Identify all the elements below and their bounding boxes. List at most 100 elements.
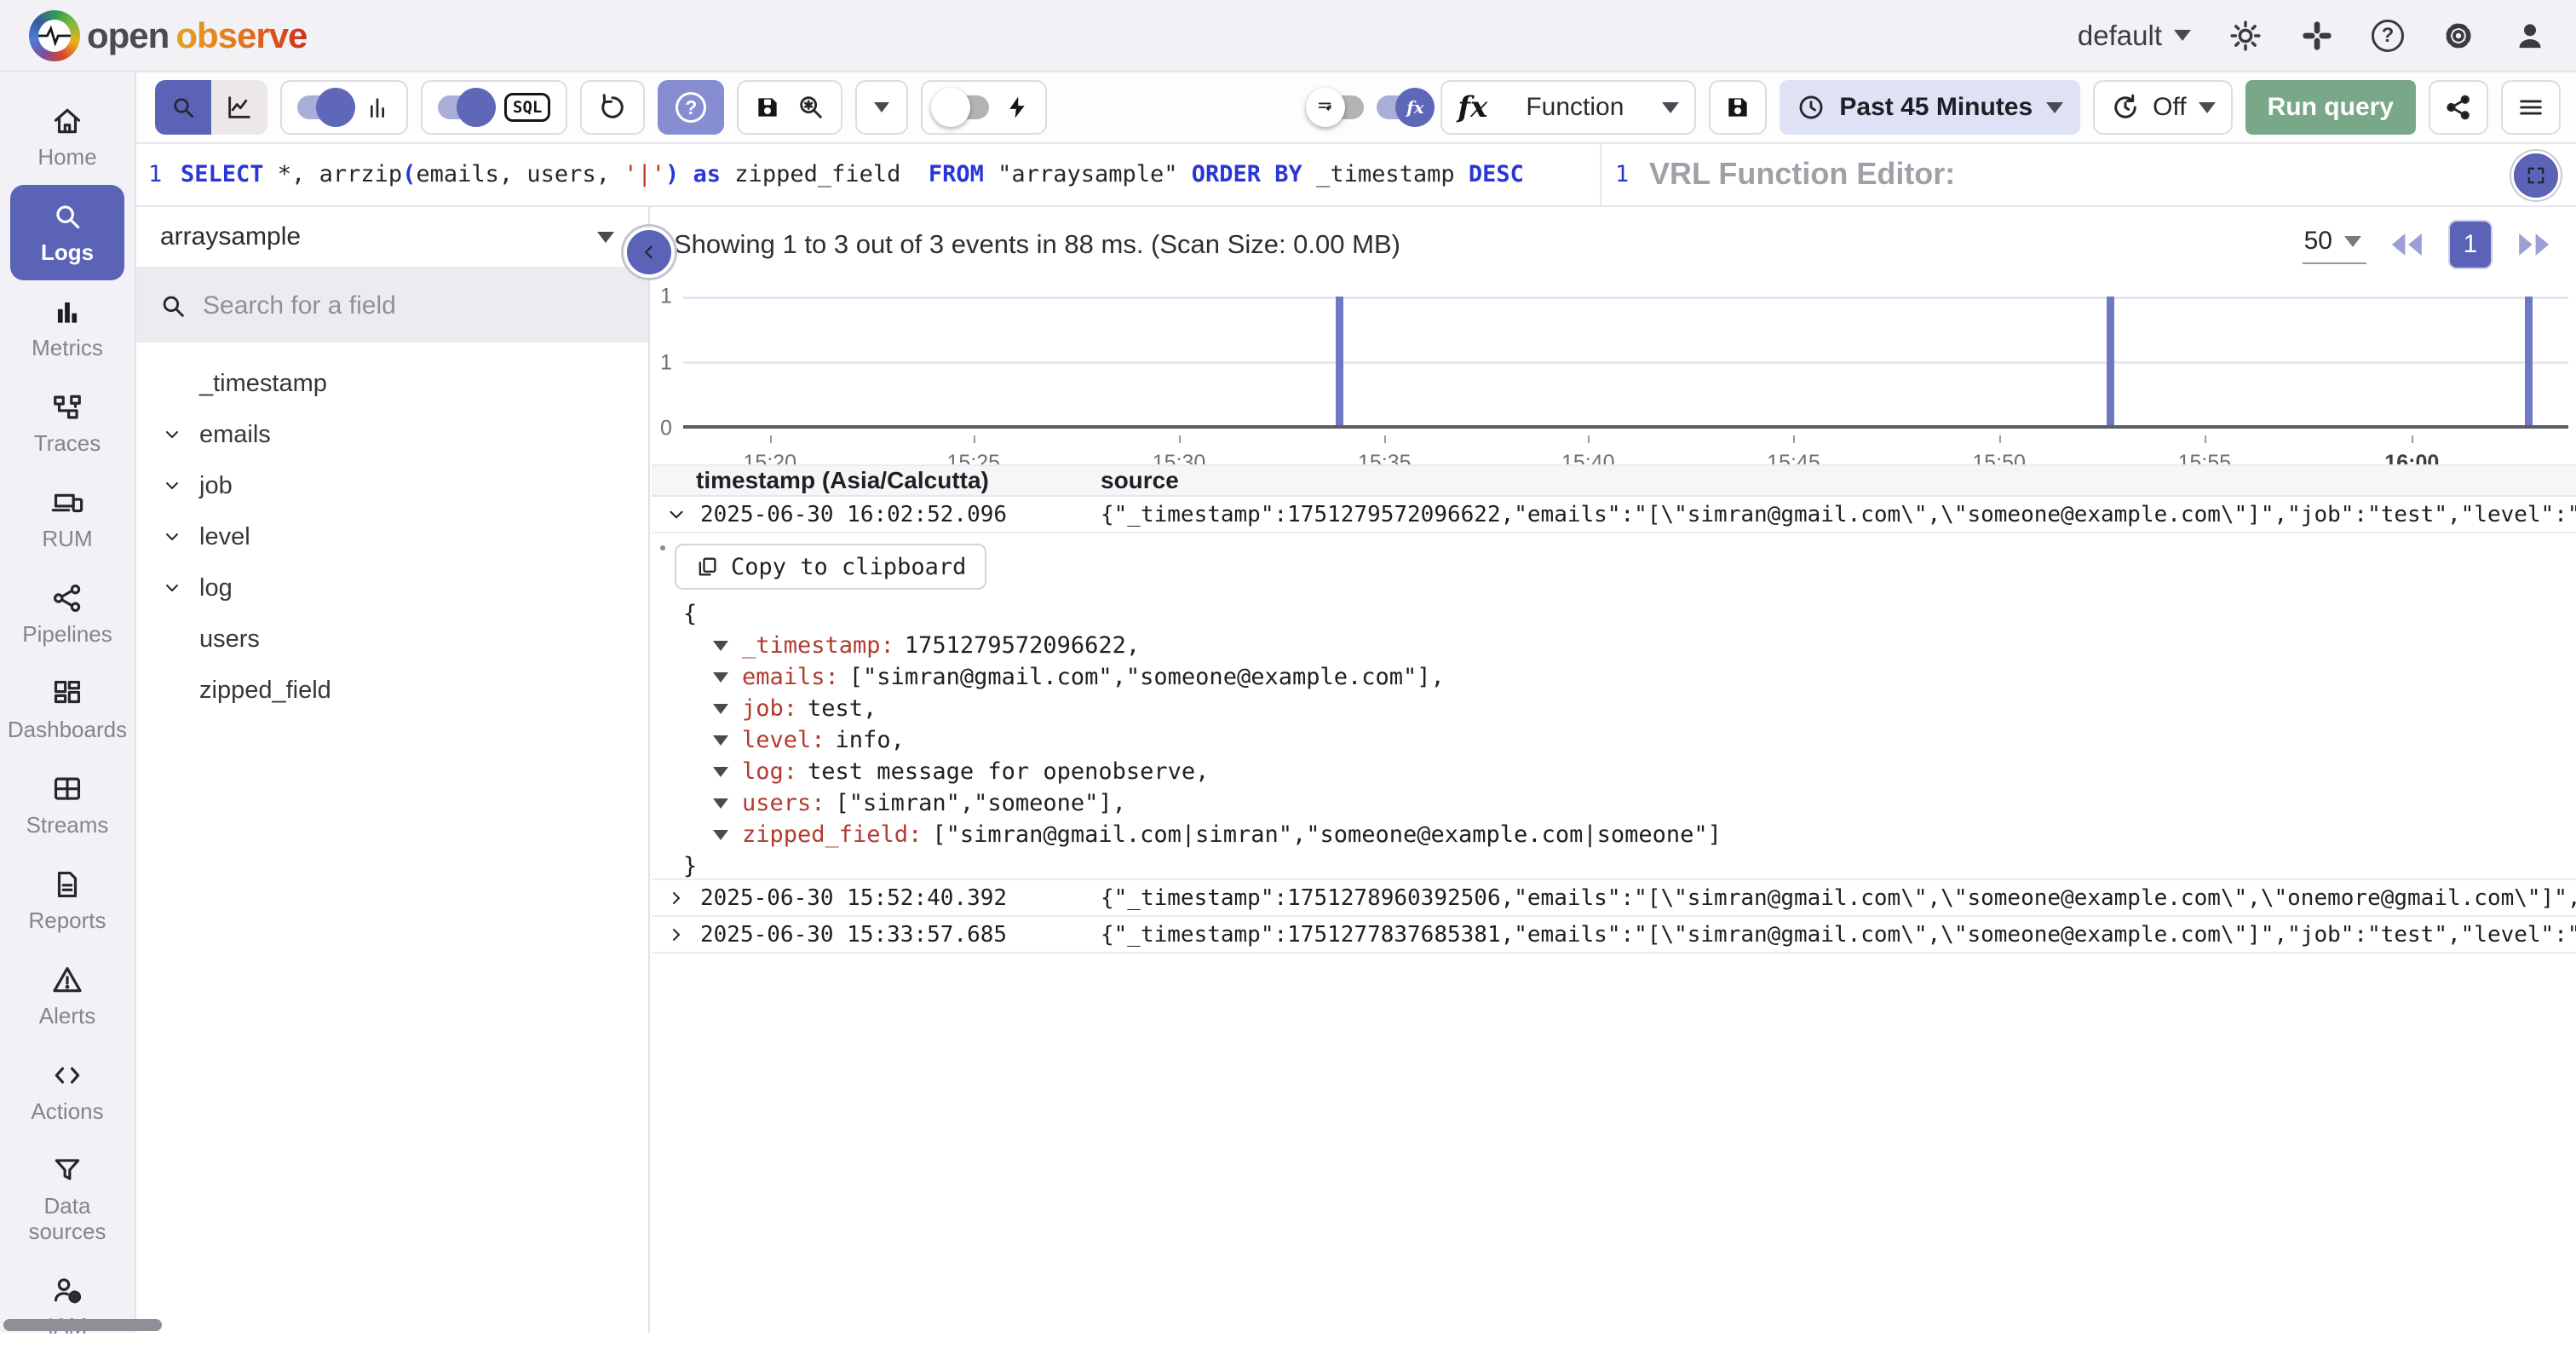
sidebar-item-home[interactable]: Home xyxy=(0,89,135,185)
chart-mode-button[interactable] xyxy=(211,80,267,135)
expanded-marker xyxy=(660,545,665,550)
chevron-down-icon xyxy=(162,578,182,598)
sql-icon: SQL xyxy=(504,93,550,122)
sidebar-item-metrics[interactable]: Metrics xyxy=(0,280,135,376)
field-item-log[interactable]: log xyxy=(136,562,648,614)
page-size-select[interactable]: 50 xyxy=(2303,225,2366,264)
sidebar-item-pipelines[interactable]: Pipelines xyxy=(0,567,135,662)
y-axis: 110 xyxy=(658,297,679,429)
org-selector[interactable]: default xyxy=(2078,20,2191,52)
slack-icon[interactable] xyxy=(2300,19,2334,53)
sidebar-item-alerts[interactable]: Alerts xyxy=(0,948,135,1044)
x-tick-mark xyxy=(770,435,772,443)
run-query-button[interactable]: Run query xyxy=(2245,80,2416,135)
sidebar-item-streams[interactable]: Streams xyxy=(0,758,135,853)
table-row[interactable]: 2025-06-30 15:52:40.392 {"_timestamp":17… xyxy=(652,880,2576,917)
table-row[interactable]: 2025-06-30 16:02:52.096 {"_timestamp":17… xyxy=(652,497,2576,533)
triangle-down-icon[interactable] xyxy=(713,704,728,714)
log-table: timestamp (Asia/Calcutta) source 2025-06… xyxy=(652,464,2576,954)
y-tick-label: 1 xyxy=(660,350,677,375)
triangle-down-icon[interactable] xyxy=(713,830,728,840)
vrl-function-editor[interactable]: 1 VRL Function Editor: xyxy=(1600,144,2576,205)
field-item-users[interactable]: users xyxy=(136,614,648,665)
triangle-down-icon[interactable] xyxy=(713,672,728,683)
collapse-fields-button[interactable] xyxy=(624,227,675,278)
sql-line-number: 1 xyxy=(148,161,162,187)
x-tick-mark xyxy=(1588,435,1590,443)
copy-to-clipboard-button[interactable]: Copy to clipboard xyxy=(675,544,986,590)
chevron-down-icon xyxy=(162,527,182,547)
sidebar-item-data-sources[interactable]: Data sources xyxy=(0,1139,135,1259)
funnel-icon xyxy=(51,1154,83,1186)
field-search-input[interactable] xyxy=(203,291,626,320)
brand-open: open xyxy=(87,15,169,56)
field-item-zipped-field[interactable]: zipped_field xyxy=(136,665,648,716)
clock-icon xyxy=(1797,93,1826,122)
time-range-value: Past 45 Minutes xyxy=(1839,93,2033,122)
help-icon[interactable]: ? xyxy=(2372,20,2404,52)
quick-query-toggle[interactable] xyxy=(938,95,989,119)
triangle-down-icon[interactable] xyxy=(713,735,728,746)
share-icon xyxy=(2444,93,2473,122)
first-page-icon[interactable] xyxy=(2389,230,2426,259)
chevron-down-icon xyxy=(2344,236,2361,247)
histogram-toggle[interactable] xyxy=(297,95,348,119)
saved-search-list-icon[interactable] xyxy=(796,93,825,122)
triangle-down-icon[interactable] xyxy=(713,641,728,651)
profile-icon[interactable] xyxy=(2513,19,2547,53)
sidebar-item-reports[interactable]: Reports xyxy=(0,853,135,948)
save-search-icon[interactable] xyxy=(754,94,781,121)
auto-refresh-dropdown[interactable]: Off xyxy=(2093,80,2232,135)
theme-toggle-icon[interactable] xyxy=(2228,19,2263,53)
function-dropdown[interactable]: fx Function xyxy=(1440,80,1696,135)
sidebar-item-dashboards[interactable]: Dashboards xyxy=(0,662,135,758)
save-icon xyxy=(1724,94,1751,121)
pipelines-icon xyxy=(51,582,83,614)
streams-table-icon xyxy=(51,773,83,805)
histogram-bar xyxy=(2525,297,2533,425)
field-list: _timestamp emails job level log users zi… xyxy=(136,343,648,716)
sidebar-item-logs[interactable]: Logs xyxy=(10,185,124,280)
search-mode-button[interactable] xyxy=(155,80,211,135)
column-header-timestamp: timestamp (Asia/Calcutta) xyxy=(652,467,1101,494)
sql-mode-toggle-group: SQL xyxy=(421,80,567,135)
field-item-emails[interactable]: emails xyxy=(136,409,648,460)
sql-mode-toggle[interactable] xyxy=(438,95,489,119)
sql-editor[interactable]: 1 SELECT *, arrzip(emails, users, '|') a… xyxy=(136,144,1600,205)
sidebar-item-rum[interactable]: RUM xyxy=(0,471,135,567)
chevron-down-icon xyxy=(162,475,182,496)
fullscreen-button[interactable] xyxy=(2511,151,2561,200)
line-chart-icon xyxy=(225,93,254,122)
refresh-icon xyxy=(597,92,628,123)
horizontal-scrollbar-thumb[interactable] xyxy=(3,1319,162,1331)
save-function-button[interactable] xyxy=(1709,80,1767,135)
time-range-picker[interactable]: Past 45 Minutes xyxy=(1780,80,2080,135)
more-menu-button[interactable] xyxy=(2501,80,2561,135)
settings-gear-icon[interactable] xyxy=(2441,19,2475,53)
expanded-row-detail: Copy to clipboard { _timestamp:175127957… xyxy=(652,533,2576,880)
field-item-timestamp[interactable]: _timestamp xyxy=(136,358,648,409)
stream-selector-value: arraysample xyxy=(160,222,301,251)
help-query-button[interactable]: ? xyxy=(658,80,724,135)
field-item-job[interactable]: job xyxy=(136,460,648,511)
sidebar-item-iam[interactable]: IAM xyxy=(0,1259,135,1354)
triangle-down-icon[interactable] xyxy=(713,798,728,809)
current-page-button[interactable]: 1 xyxy=(2448,220,2493,269)
triangle-down-icon[interactable] xyxy=(713,767,728,777)
sidebar-item-traces[interactable]: Traces xyxy=(0,376,135,471)
vrl-editor-placeholder: VRL Function Editor: xyxy=(1649,156,1955,192)
stream-selector[interactable]: arraysample xyxy=(136,207,648,268)
function-toggle[interactable]: fx xyxy=(1377,95,1428,119)
table-row[interactable]: 2025-06-30 15:33:57.685 {"_timestamp":17… xyxy=(652,917,2576,954)
results-area: Showing 1 to 3 out of 3 events in 88 ms.… xyxy=(652,207,2576,1333)
histogram-chart[interactable]: 110 15:2015:2515:3015:3515:4015:4515:501… xyxy=(652,281,2576,490)
share-button[interactable] xyxy=(2429,80,2488,135)
field-item-level[interactable]: level xyxy=(136,511,648,562)
sidebar-item-actions[interactable]: Actions xyxy=(0,1044,135,1139)
wrap-lines-toggle[interactable] xyxy=(1313,95,1364,119)
x-tick-mark xyxy=(1999,435,2001,443)
reset-query-button[interactable] xyxy=(580,80,645,135)
last-page-icon[interactable] xyxy=(2515,230,2552,259)
saved-search-dropdown[interactable] xyxy=(855,80,908,135)
view-mode-segment xyxy=(155,80,267,135)
